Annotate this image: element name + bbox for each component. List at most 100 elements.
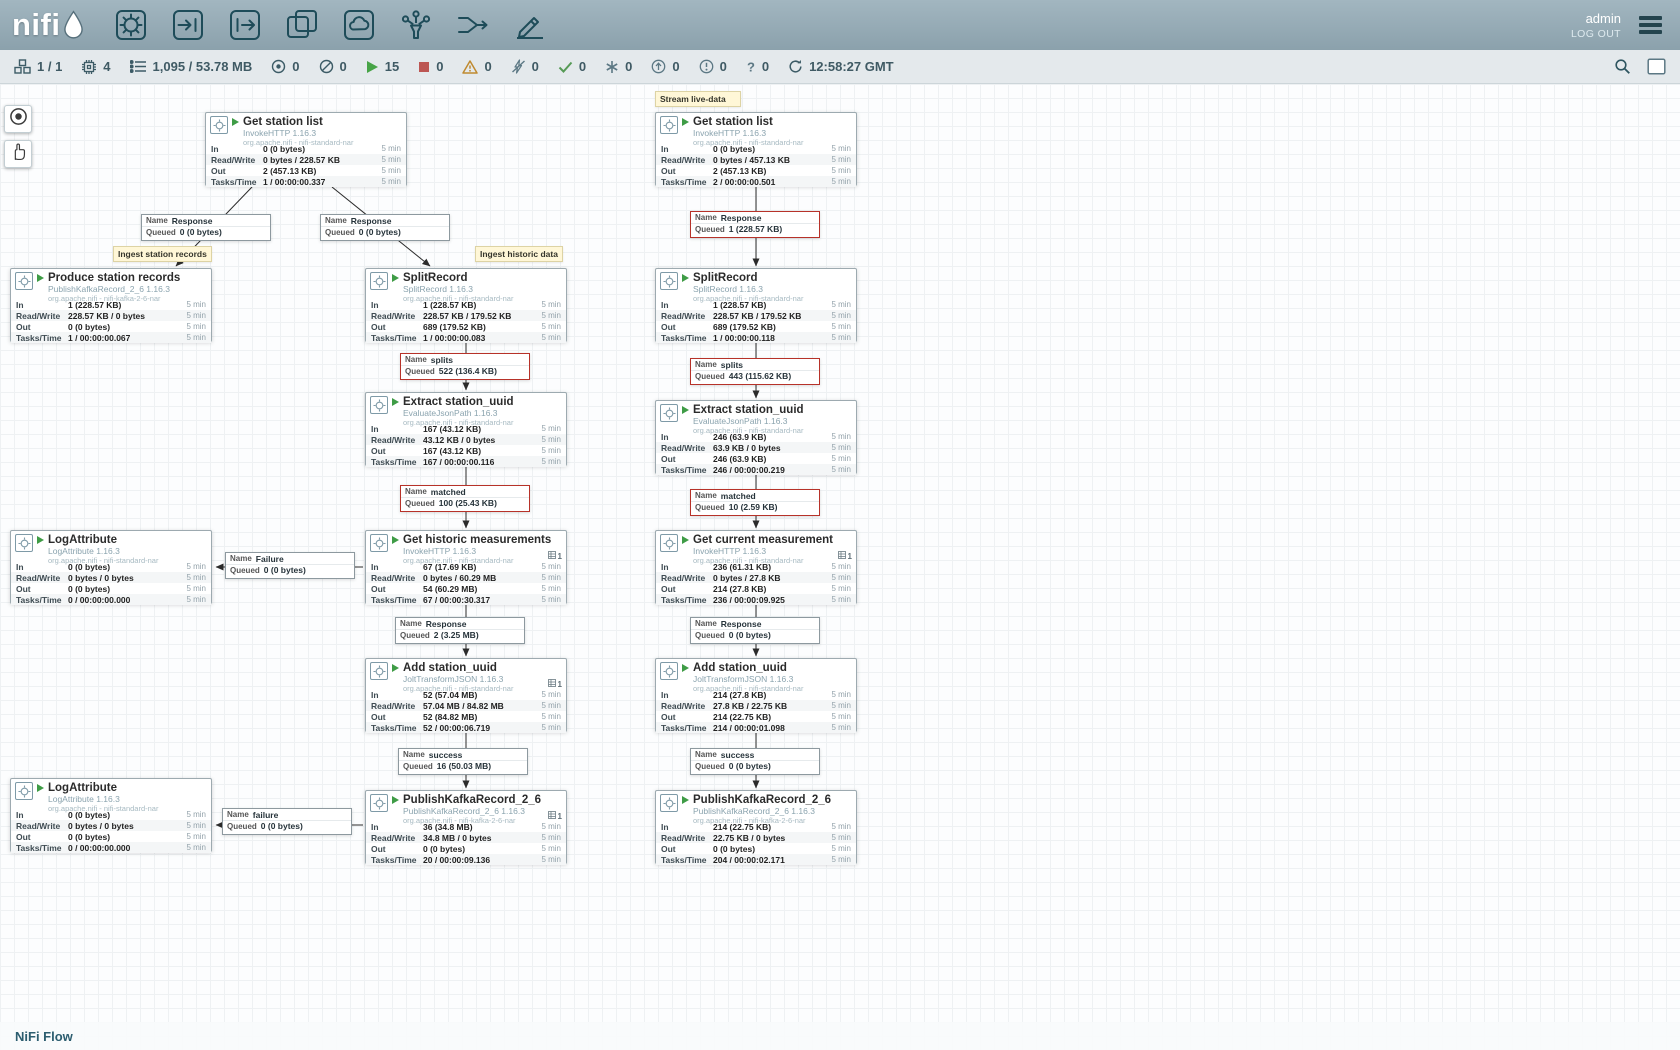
- operate-palette-button[interactable]: [4, 140, 32, 168]
- connection-response-0[interactable]: NameResponseQueued0 (0 bytes): [141, 214, 271, 241]
- processor-extract-station-uuid-right[interactable]: Extract station_uuidEvaluateJsonPath 1.1…: [655, 400, 857, 474]
- breadcrumb[interactable]: NiFi Flow: [15, 1029, 73, 1044]
- processor-get-station-list-left[interactable]: Get station listInvokeHTTP 1.16.3org.apa…: [205, 112, 407, 186]
- processor-header: Get current measurementInvokeHTTP 1.16.3…: [656, 531, 856, 561]
- processor-get-historic-measurements[interactable]: Get historic measurementsInvokeHTTP 1.16…: [365, 530, 567, 604]
- toolbar-label-icon[interactable]: [513, 8, 547, 42]
- processor-titles: Produce station recordsPublishKafkaRecor…: [37, 272, 180, 299]
- connection-success-6[interactable]: NamesuccessQueued16 (50.03 MB): [398, 748, 528, 775]
- processor-stats: In1 (228.57 KB)5 minRead/Write228.57 KB …: [656, 299, 856, 343]
- connection-failure-7[interactable]: NamefailureQueued0 (0 bytes): [222, 808, 352, 835]
- stat-window: 5 min: [831, 465, 851, 474]
- toolbar-processor-icon[interactable]: [114, 8, 148, 42]
- stopped-icon: [418, 61, 430, 73]
- connection-name-row: Namematched: [691, 490, 819, 501]
- stat-value: 0 / 00:00:00.000: [68, 595, 130, 605]
- processor-add-station-uuid-right[interactable]: Add station_uuidJoltTransformJSON 1.16.3…: [655, 658, 857, 732]
- processor-log-attribute-1[interactable]: LogAttributeLogAttribute 1.16.3org.apach…: [10, 530, 212, 604]
- stat-window: 5 min: [831, 584, 851, 593]
- stat-row: Read/Write0 bytes / 60.29 MB5 min: [366, 572, 566, 583]
- flow-label[interactable]: Stream live-data: [655, 91, 741, 107]
- connection-splits-2[interactable]: NamesplitsQueued522 (136.4 KB): [400, 353, 530, 380]
- processor-type: PublishKafkaRecord_2_6 1.16.3: [693, 807, 831, 816]
- processor-get-current-measurement[interactable]: Get current measurementInvokeHTTP 1.16.3…: [655, 530, 857, 604]
- stat-value: 1 / 00:00:00.337: [263, 177, 325, 187]
- toolbar-remote-process-group-icon[interactable]: [342, 8, 376, 42]
- stat-row: Out689 (179.52 KB)5 min: [366, 321, 566, 332]
- stat-window: 5 min: [831, 690, 851, 699]
- processor-name: PublishKafkaRecord_2_6: [693, 794, 831, 806]
- connection-queued-row: Queued0 (0 bytes): [226, 564, 354, 575]
- status-not-transmitting: 0: [319, 59, 347, 74]
- stat-window: 5 min: [541, 322, 561, 331]
- connection-queued-key: Queued: [695, 503, 725, 512]
- toolbar-input-port-icon[interactable]: [171, 8, 205, 42]
- navigate-palette-button[interactable]: [4, 105, 32, 133]
- connection-name-row: Namesplits: [401, 354, 529, 365]
- stat-window: 5 min: [831, 322, 851, 331]
- stat-window: 5 min: [831, 311, 851, 320]
- processor-icon: [15, 272, 33, 290]
- stat-label: Read/Write: [661, 573, 713, 583]
- status-threads: 4: [81, 59, 110, 75]
- stat-label: In: [371, 690, 423, 700]
- processor-name-row: Add station_uuid: [682, 662, 803, 674]
- connection-name-value: matched: [431, 487, 466, 497]
- status-cluster-count: 1 / 1: [37, 59, 62, 74]
- toolbar-process-group-icon[interactable]: [285, 8, 319, 42]
- connection-name-key: Name: [227, 810, 249, 819]
- processor-type: InvokeHTTP 1.16.3: [693, 129, 803, 138]
- connection-failure-4[interactable]: NameFailureQueued0 (0 bytes): [225, 552, 355, 579]
- toolbar-funnel-icon[interactable]: [399, 8, 433, 42]
- stat-window: 5 min: [541, 855, 561, 864]
- connection-matched-10[interactable]: NamematchedQueued10 (2.59 KB): [690, 489, 820, 516]
- stat-row: Tasks/Time1 / 00:00:00.0835 min: [366, 332, 566, 343]
- connection-response-5[interactable]: NameResponseQueued2 (3.25 MB): [395, 617, 525, 644]
- connection-response-11[interactable]: NameResponseQueued0 (0 bytes): [690, 617, 820, 644]
- processor-titles: Extract station_uuidEvaluateJsonPath 1.1…: [392, 396, 514, 423]
- stat-label: Read/Write: [211, 155, 263, 165]
- processor-log-attribute-2[interactable]: LogAttributeLogAttribute 1.16.3org.apach…: [10, 778, 212, 852]
- connection-matched-3[interactable]: NamematchedQueued100 (25.43 KB): [400, 485, 530, 512]
- processor-stats: In1 (228.57 KB)5 minRead/Write228.57 KB …: [11, 299, 211, 343]
- toolbar-template-icon[interactable]: [456, 8, 490, 42]
- connection-name-row: Namesuccess: [399, 749, 527, 760]
- stat-value: 0 (0 bytes): [68, 810, 110, 820]
- stat-value: 0 bytes / 228.57 KB: [263, 155, 340, 165]
- connection-success-12[interactable]: NamesuccessQueued0 (0 bytes): [690, 748, 820, 775]
- connection-queued-key: Queued: [230, 566, 260, 575]
- processor-split-record-right[interactable]: SplitRecordSplitRecord 1.16.3org.apache.…: [655, 268, 857, 342]
- flow-canvas[interactable]: Ingest station records Ingest historic da…: [0, 84, 1680, 1050]
- running-status-icon: [682, 796, 689, 804]
- stat-row: Read/Write0 bytes / 457.13 KB5 min: [656, 154, 856, 165]
- stat-value: 689 (179.52 KB): [423, 322, 486, 332]
- search-icon[interactable]: [1614, 58, 1631, 75]
- stat-row: Tasks/Time20 / 00:00:09.1365 min: [366, 854, 566, 865]
- stat-row: Read/Write0 bytes / 0 bytes5 min: [11, 572, 211, 583]
- processor-split-record-left[interactable]: SplitRecordSplitRecord 1.16.3org.apache.…: [365, 268, 567, 342]
- connection-response-1[interactable]: NameResponseQueued0 (0 bytes): [320, 214, 450, 241]
- connection-queued-key: Queued: [325, 228, 355, 237]
- logout-link[interactable]: LOG OUT: [1571, 28, 1621, 40]
- stat-label: In: [371, 300, 423, 310]
- connection-queued-key: Queued: [227, 822, 257, 831]
- connection-splits-9[interactable]: NamesplitsQueued443 (115.62 KB): [690, 358, 820, 385]
- stat-window: 5 min: [831, 432, 851, 441]
- processor-type: SplitRecord 1.16.3: [693, 285, 803, 294]
- processor-get-station-list-right[interactable]: Get station listInvokeHTTP 1.16.3org.apa…: [655, 112, 857, 186]
- running-status-icon: [682, 274, 689, 282]
- canvas-panel-toggle-icon[interactable]: [1647, 58, 1666, 75]
- toolbar-output-port-icon[interactable]: [228, 8, 262, 42]
- transmitting-icon: [271, 59, 286, 74]
- flow-label[interactable]: Ingest station records: [113, 246, 212, 262]
- processor-extract-station-uuid-left[interactable]: Extract station_uuidEvaluateJsonPath 1.1…: [365, 392, 567, 466]
- processor-publish-kafka-left[interactable]: PublishKafkaRecord_2_6PublishKafkaRecord…: [365, 790, 567, 864]
- processor-publish-kafka-right[interactable]: PublishKafkaRecord_2_6PublishKafkaRecord…: [655, 790, 857, 864]
- connection-response-8[interactable]: NameResponseQueued1 (228.57 KB): [690, 211, 820, 238]
- flow-label[interactable]: Ingest historic data: [475, 246, 563, 262]
- locally-modified-stale-icon: [699, 59, 714, 74]
- global-menu-button[interactable]: [1635, 12, 1666, 38]
- processor-add-station-uuid-left[interactable]: Add station_uuidJoltTransformJSON 1.16.3…: [365, 658, 567, 732]
- stat-label: Out: [661, 584, 713, 594]
- processor-produce-station-records[interactable]: Produce station recordsPublishKafkaRecor…: [10, 268, 212, 342]
